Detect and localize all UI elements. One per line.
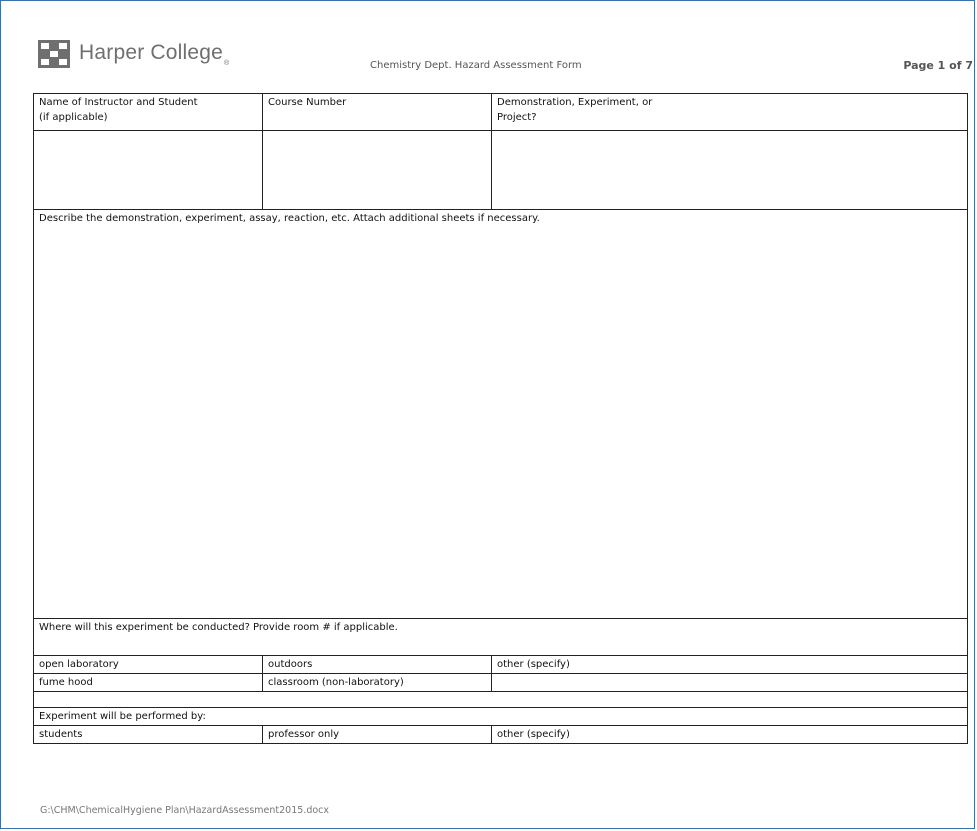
location-options-row: fume hood classroom (non-laboratory) <box>33 673 968 692</box>
header-row: Name of Instructor and Student (if appli… <box>33 93 968 131</box>
description-row: Describe the demonstration, experiment, … <box>33 209 968 619</box>
logo-text: Harper College® <box>79 41 230 67</box>
option-outdoors[interactable]: outdoors <box>262 655 492 674</box>
option-location-other[interactable]: other (specify) <box>491 655 968 674</box>
file-path-footer: G:\CHM\ChemicalHygiene Plan\HazardAssess… <box>40 805 330 816</box>
header-course-number: Course Number <box>262 93 492 131</box>
option-fume-hood[interactable]: fume hood <box>33 673 263 692</box>
demonstration-type-field[interactable] <box>491 130 968 210</box>
option-classroom[interactable]: classroom (non-laboratory) <box>262 673 492 692</box>
performer-options-row: students professor only other (specify) <box>33 725 968 744</box>
option-performer-other[interactable]: other (specify) <box>491 725 968 744</box>
harper-college-logo-icon <box>38 40 70 68</box>
instructor-student-field[interactable] <box>33 130 263 210</box>
description-field[interactable]: Describe the demonstration, experiment, … <box>33 209 968 619</box>
entry-row <box>33 130 968 210</box>
header-instructor-student: Name of Instructor and Student (if appli… <box>33 93 263 131</box>
location-prompt: Where will this experiment be conducted?… <box>39 622 398 633</box>
location-options-row: open laboratory outdoors other (specify) <box>33 655 968 674</box>
harper-college-logo: Harper College® <box>38 40 229 68</box>
description-prompt: Describe the demonstration, experiment, … <box>39 213 540 224</box>
form-title: Chemistry Dept. Hazard Assessment Form <box>370 60 582 71</box>
option-students[interactable]: students <box>33 725 263 744</box>
header-demonstration-type: Demonstration, Experiment, or Project? <box>491 93 968 131</box>
spacer-cell <box>33 691 968 708</box>
page-number: Page 1 of 7 <box>903 59 973 72</box>
course-number-field[interactable] <box>262 130 492 210</box>
hazard-assessment-table: Name of Instructor and Student (if appli… <box>33 93 968 744</box>
location-other-specify-field[interactable] <box>491 673 968 692</box>
spacer-row <box>33 691 968 708</box>
option-open-laboratory[interactable]: open laboratory <box>33 655 263 674</box>
location-row: Where will this experiment be conducted?… <box>33 618 968 656</box>
location-field[interactable]: Where will this experiment be conducted?… <box>33 618 968 656</box>
performer-row: Experiment will be performed by: <box>33 707 968 726</box>
performer-prompt: Experiment will be performed by: <box>33 707 968 726</box>
option-professor-only[interactable]: professor only <box>262 725 492 744</box>
